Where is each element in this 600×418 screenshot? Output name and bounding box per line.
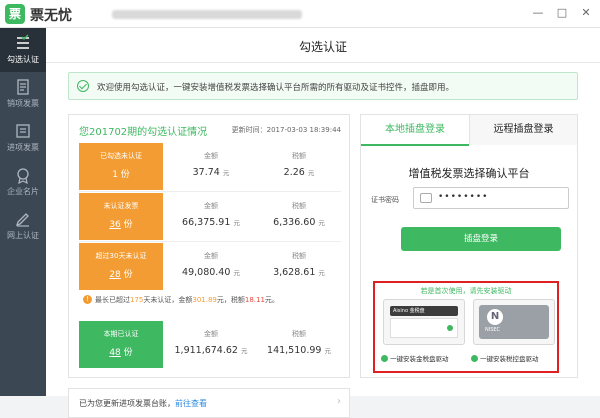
document-icon [17,79,29,95]
sidebar-item-input-invoice[interactable]: 进项发票 [0,116,46,160]
arrow-circle-icon [381,355,388,362]
cert-password-label: 证书密码 [371,196,399,204]
login-button[interactable]: 插盘登录 [401,227,561,251]
badge-icon [17,168,29,184]
amount-cell: 金额 37.74 元 [192,152,230,178]
welcome-banner: 欢迎使用勾选认证，一键安装增值税发票选择确认平台所需的所有驱动及证书控件，插盘即… [68,72,578,100]
sidebar-item-label: 勾选认证 [7,55,39,64]
check-circle-icon [77,80,89,92]
app-logo-icon: 票 [5,4,25,24]
banner-text: 欢迎使用勾选认证，一键安装增值税发票选择确认平台所需的所有驱动及证书控件，插盘即… [97,83,455,93]
device-label: NISEC [485,327,501,333]
login-tabs: 本地插盘登录 远程插盘登录 [361,115,577,146]
status-label: 超过30天未认证 [95,252,147,260]
amount-cell: 金额 66,375.91 元 [182,202,240,228]
update-notice[interactable]: 已为您更新进项发票台账，前往查看 › [68,388,350,418]
nisec-logo-icon: N [487,309,503,325]
status-label: 本期已认证 [103,330,139,338]
amount-cell: 金额 1,911,674.62 元 [174,330,248,356]
tax-cell: 税额 2.26 元 [283,152,315,178]
amount-cell: 金额 49,080.40 元 [182,252,240,278]
sidebar-item-label: 销项发票 [7,99,39,108]
tax-cell: 税额 6,336.60 元 [273,202,325,228]
sidebar-item-checkauth[interactable]: 勾选认证 [0,28,46,72]
overdue-note: ! 最长已超过175天未认证，金额301.89元，税额18.11元。 [79,292,341,308]
status-count[interactable]: 28 份 [79,267,163,280]
driver-hint: 若是首次使用，请先安装驱动 [420,287,512,295]
minimize-button[interactable]: — [528,5,548,21]
install-tax-control-driver-link[interactable]: 一键安装税控盘驱动 [471,353,539,363]
sidebar: 勾选认证 销项发票 进项发票 企业名片 网上认证 [0,28,46,396]
title-bar: 票 票无忧 — □ ✕ [0,0,600,28]
main-content: 勾选认证 欢迎使用勾选认证，一键安装增值税发票选择确认平台所需的所有驱动及证书控… [46,28,600,418]
blurred-company-name [112,10,302,19]
summary-panel: 您201702期的勾选认证情况 更新时间：2017-03-03 18:39:44… [68,114,350,378]
sidebar-item-label: 网上认证 [7,231,39,240]
maximize-button[interactable]: □ [552,5,572,21]
platform-title: 增值税发票选择确认平台 [408,167,530,180]
summary-row: 未认证发票 36 份 金额 66,375.91 元 税额 6,336.60 元 [79,193,341,242]
update-time: 更新时间：2017-03-03 18:39:44 [231,126,341,134]
summary-row: 本期已认证 48 份 金额 1,911,674.62 元 税额 141,510.… [79,321,341,370]
chevron-right-icon[interactable]: › [337,396,341,407]
sidebar-item-sales-invoice[interactable]: 销项发票 [0,72,46,116]
status-tag[interactable]: 本期已认证 48 份 [79,321,163,368]
sidebar-item-company-card[interactable]: 企业名片 [0,160,46,204]
cert-password-input[interactable]: •••••••• [413,187,569,209]
close-button[interactable]: ✕ [576,5,596,21]
cert-password-value: •••••••• [438,192,489,202]
status-label: 已勾选未认证 [100,152,142,160]
status-tag[interactable]: 未认证发票 36 份 [79,193,163,240]
tax-cell: 税额 3,628.61 元 [273,252,325,278]
arrow-circle-icon [471,355,478,362]
sidebar-item-label: 进项发票 [7,143,39,152]
divider [46,62,600,63]
tab-local-login[interactable]: 本地插盘登录 [361,115,469,146]
golden-tax-disk-image[interactable]: Aisino 金税盘 [383,299,465,345]
pen-icon [15,213,29,227]
tax-cell: 税额 141,510.99 元 [267,330,331,356]
tax-control-disk-image[interactable]: N NISEC [473,299,555,345]
update-notice-text: 已为您更新进项发票台账，前往查看 [79,399,207,408]
view-link[interactable]: 前往查看 [175,399,207,408]
led-icon [447,325,453,331]
driver-install-box: 若是首次使用，请先安装驱动 Aisino 金税盘 N NISEC 一键安装金税盘… [373,281,559,373]
status-count[interactable]: 36 份 [79,217,163,230]
summary-title: 您201702期的勾选认证情况 [79,127,208,138]
info-icon: ! [83,295,92,304]
status-count: 1 份 [112,170,130,180]
overdue-note-text: 最长已超过175天未认证，金额301.89元，税额18.11元。 [95,296,279,304]
sidebar-item-label: 企业名片 [7,187,39,196]
page-title: 勾选认证 [298,40,347,54]
sidebar-item-online-auth[interactable]: 网上认证 [0,204,46,248]
checklist-icon [17,34,29,49]
app-name: 票无忧 [30,8,72,24]
status-label: 未认证发票 [103,202,139,210]
tab-remote-login[interactable]: 远程插盘登录 [469,115,577,145]
summary-row: 已勾选未认证 1 份 金额 37.74 元 税额 2.26 元 [79,143,341,192]
summary-row: 超过30天未认证 28 份 金额 49,080.40 元 税额 3,628.61… [79,243,341,292]
login-panel: 本地插盘登录 远程插盘登录 增值税发票选择确认平台 证书密码 •••••••• … [360,114,578,378]
status-tag[interactable]: 已勾选未认证 1 份 [79,143,163,190]
status-tag[interactable]: 超过30天未认证 28 份 [79,243,163,290]
invoice-icon [16,124,30,138]
install-golden-tax-driver-link[interactable]: 一键安装金税盘驱动 [381,353,449,363]
device-label: Aisino 金税盘 [390,306,458,316]
keyboard-icon[interactable] [420,193,432,203]
status-count[interactable]: 48 份 [79,345,163,358]
